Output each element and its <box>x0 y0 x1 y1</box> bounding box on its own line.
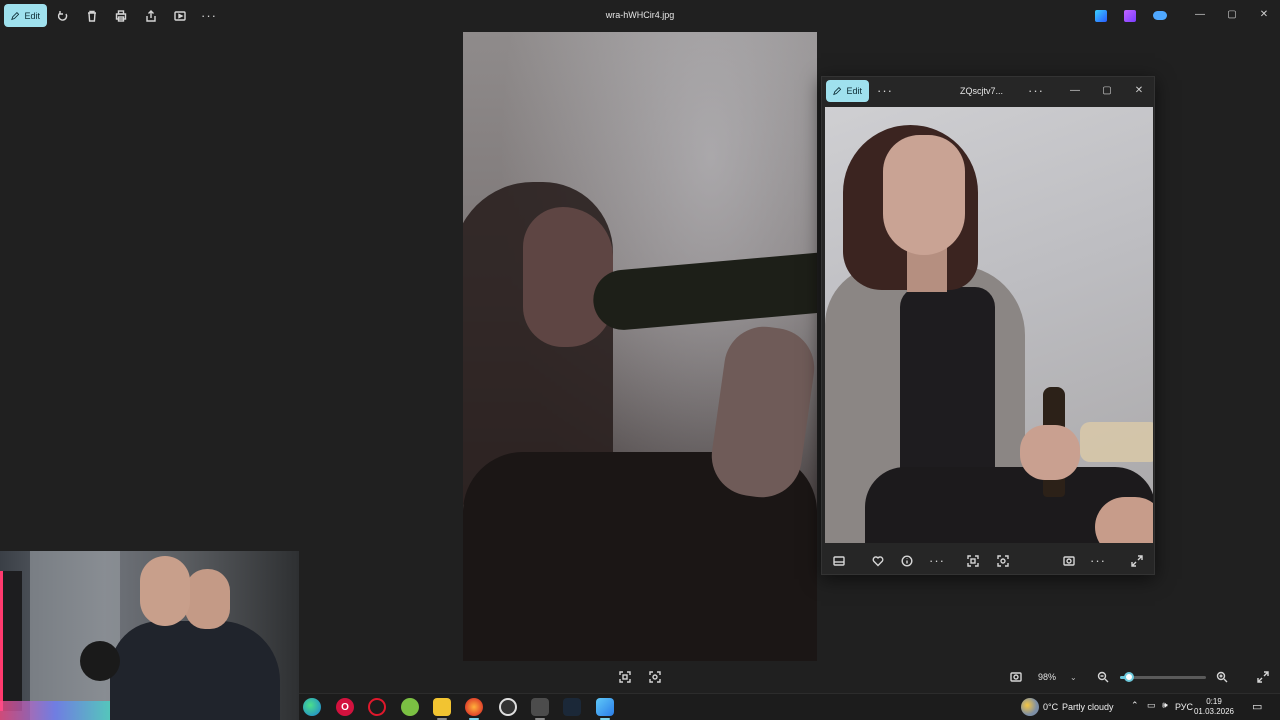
weather-condition: Partly cloudy <box>1062 702 1114 712</box>
network-icon[interactable]: ▭ <box>1147 700 1156 711</box>
photo-table-food <box>1080 422 1153 462</box>
screen-icon[interactable] <box>1058 550 1080 572</box>
rotate-icon[interactable] <box>52 5 74 27</box>
opera-gx-icon[interactable]: O <box>336 698 354 716</box>
zoom-value: 98% <box>1038 672 1057 682</box>
second-maximize-button[interactable]: ▢ <box>1099 85 1115 99</box>
clipchamp-icon[interactable] <box>1095 10 1107 22</box>
webcam-rgb-keyboard <box>0 701 110 720</box>
edit-pen-icon <box>833 87 842 96</box>
webcam-person-head <box>185 569 230 629</box>
fit-icon[interactable] <box>992 550 1014 572</box>
close-button[interactable]: ✕ <box>1256 9 1272 23</box>
chevron-down-icon: ⌄ <box>1070 672 1077 682</box>
print-icon[interactable] <box>110 5 132 27</box>
zoom-out-icon[interactable] <box>1092 666 1114 688</box>
steam-icon[interactable] <box>563 698 581 716</box>
zoom-slider-knob[interactable] <box>1123 672 1134 682</box>
fullscreen-icon[interactable] <box>1252 666 1274 688</box>
volume-icon[interactable]: 🕪 <box>1162 700 1168 711</box>
edit-button[interactable]: Edit <box>4 4 47 27</box>
window-title: wra-hWHCir4.jpg <box>605 10 675 20</box>
photo-top <box>900 287 995 487</box>
notifications-icon[interactable]: ▭ <box>1252 700 1262 713</box>
second-bottom-more-icon[interactable]: ··· <box>926 550 948 572</box>
crop-icon[interactable] <box>962 550 984 572</box>
zoom-dropdown[interactable]: 98% ⌄ <box>1030 667 1090 687</box>
expand-icon[interactable] <box>1126 550 1148 572</box>
filmstrip-icon[interactable] <box>828 550 850 572</box>
crop-icon[interactable] <box>614 666 636 688</box>
second-title-more-icon[interactable]: ··· <box>1025 80 1047 102</box>
calendar-icon[interactable] <box>531 698 549 716</box>
zoom-slider[interactable] <box>1120 672 1206 682</box>
main-photo <box>463 32 817 661</box>
second-close-button[interactable]: ✕ <box>1131 85 1147 99</box>
video-editor-icon[interactable] <box>1124 10 1136 22</box>
second-bottom-more-icon-2[interactable]: ··· <box>1087 550 1109 572</box>
chevron-up-icon[interactable]: ⌃ <box>1131 700 1139 711</box>
photo-face <box>883 135 965 255</box>
minimize-button[interactable]: — <box>1192 9 1208 23</box>
file-explorer-icon[interactable] <box>433 698 451 716</box>
webcam-overlay <box>0 551 299 720</box>
fit-icon[interactable] <box>644 666 666 688</box>
edit-pen-icon <box>11 11 20 20</box>
android-icon[interactable] <box>401 698 419 716</box>
more-options-icon[interactable]: ··· <box>198 5 220 27</box>
info-icon[interactable] <box>896 550 918 572</box>
opera-icon[interactable] <box>368 698 386 716</box>
webcam-wall <box>30 551 120 720</box>
photos-icon[interactable] <box>596 698 614 716</box>
language-indicator[interactable]: РУС <box>1175 702 1193 712</box>
second-edit-button[interactable]: Edit <box>826 80 869 102</box>
screen-icon[interactable] <box>1005 666 1027 688</box>
main-titlebar: Edit ··· wra-hWHCir4.jpg — ▢ ✕ <box>0 0 1280 32</box>
second-more-icon[interactable]: ··· <box>874 80 896 102</box>
secondary-photo <box>825 107 1153 543</box>
clock-date: 01.03.2026 <box>1193 707 1235 716</box>
edge-icon[interactable] <box>303 698 321 716</box>
second-edit-label: Edit <box>846 86 862 96</box>
edit-label: Edit <box>24 10 40 21</box>
second-window-title: ZQscjtv7... <box>960 86 1004 96</box>
chrome-icon[interactable] <box>499 698 517 716</box>
onedrive-icon[interactable] <box>1153 11 1167 20</box>
webcam-pc-case <box>0 571 22 711</box>
photo-face <box>523 207 613 347</box>
webcam-person-torso <box>110 621 280 720</box>
secondary-photo-window: Edit ··· ZQscjtv7... ··· — ▢ ✕ ··· ··· <box>821 76 1155 575</box>
firefox-icon[interactable] <box>465 698 483 716</box>
weather-temperature: 0°C <box>1043 702 1059 712</box>
webcam-person-hand <box>140 556 190 626</box>
second-minimize-button[interactable]: — <box>1067 85 1083 99</box>
clock[interactable]: 0:19 01.03.2026 <box>1192 697 1236 717</box>
clock-time: 0:19 <box>1206 697 1222 706</box>
photo-hands <box>1020 425 1080 480</box>
second-bottom-bar: ··· ··· <box>822 547 1156 575</box>
zoom-in-icon[interactable] <box>1211 666 1233 688</box>
slideshow-icon[interactable] <box>169 5 191 27</box>
delete-icon[interactable] <box>81 5 103 27</box>
share-icon[interactable] <box>140 5 162 27</box>
favorite-icon[interactable] <box>867 550 889 572</box>
taskbar: O 0°C Partly cloudy ⌃ ▭ 🕪 РУС 0:19 01.03… <box>299 693 1280 720</box>
weather-icon[interactable] <box>1021 698 1039 716</box>
webcam-microphone <box>80 641 120 681</box>
maximize-button[interactable]: ▢ <box>1224 9 1240 23</box>
